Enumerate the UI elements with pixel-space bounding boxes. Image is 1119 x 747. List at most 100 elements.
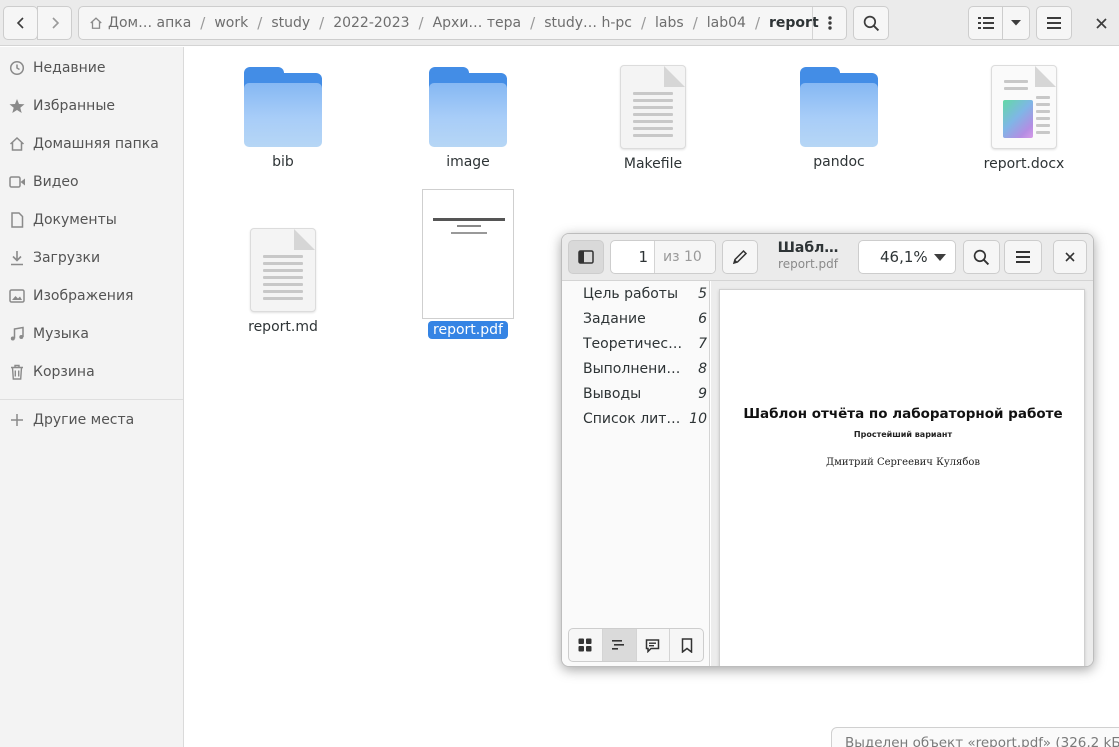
sidebar-item-label: Недавние (33, 60, 106, 76)
breadcrumb-arch[interactable]: Архи… тера (424, 7, 531, 39)
outline-tab[interactable] (602, 629, 637, 661)
document-view[interactable]: Шаблон отчёта по лабораторной работе Про… (711, 281, 1093, 666)
comment-icon (646, 638, 660, 653)
outline-item[interactable]: Теоретичес… 7 (583, 331, 707, 356)
sidebar-mode-switcher (568, 628, 704, 662)
sidebar-item-music[interactable]: Музыка (0, 315, 183, 353)
file-item-makefile[interactable]: Makefile (588, 65, 718, 172)
page-author: Дмитрий Сергеевич Кулябов (825, 457, 981, 468)
view-options-button[interactable] (1002, 6, 1030, 40)
annotations-tab[interactable] (637, 629, 671, 661)
main-menu-button[interactable] (1036, 6, 1072, 40)
outline-item-page: 8 (698, 360, 707, 377)
breadcrumb-work[interactable]: work (205, 7, 257, 39)
bookmarks-tab[interactable] (670, 629, 703, 661)
page-number-field[interactable]: 1 из 10 (610, 240, 716, 274)
sidebar-item-home[interactable]: Домашняя папка (0, 125, 183, 163)
outline-item-label: Теоретичес… (583, 335, 683, 352)
breadcrumb-home[interactable]: Дом… апка (79, 7, 200, 39)
sidebar-item-recent[interactable]: Недавние (0, 49, 183, 87)
chevron-left-icon (16, 17, 24, 29)
list-view-button[interactable] (968, 6, 1003, 40)
file-item-image[interactable]: image (403, 67, 533, 170)
star-icon (8, 97, 26, 115)
file-item-report-docx[interactable]: report.docx (959, 65, 1089, 172)
annotate-button[interactable] (722, 240, 758, 274)
document-file-name: report.pdf (778, 257, 838, 271)
outline-item[interactable]: Задание 6 (583, 306, 707, 331)
page-title: Шаблон отчёта по лабораторной работе (743, 406, 1063, 422)
trash-icon (8, 363, 26, 381)
music-icon (8, 325, 26, 343)
sidebar-item-label: Корзина (33, 364, 95, 380)
breadcrumb-labs[interactable]: labs (646, 7, 693, 39)
pdf-page: Шаблон отчёта по лабораторной работе Про… (719, 289, 1085, 666)
places-sidebar: Недавние Избранные Домашняя папка Видео … (0, 47, 184, 747)
zoom-select[interactable]: 46,1% (858, 240, 956, 274)
file-name: pandoc (813, 154, 865, 170)
total-pages-label: из 10 (655, 241, 715, 273)
file-item-report-md[interactable]: report.md (218, 228, 348, 335)
plus-icon (8, 411, 26, 429)
outline-item-page: 7 (698, 335, 707, 352)
breadcrumb-year[interactable]: 2022-2023 (324, 7, 418, 39)
thumbnails-tab[interactable] (569, 629, 603, 661)
outline-item[interactable]: Цель работы 5 (583, 281, 707, 306)
close-window-button[interactable] (1085, 6, 1117, 40)
sidebar-item-label: Избранные (33, 98, 115, 114)
sidebar-item-starred[interactable]: Избранные (0, 87, 183, 125)
sidebar-item-video[interactable]: Видео (0, 163, 183, 201)
home-icon (8, 135, 26, 153)
toggle-sidebar-button[interactable] (568, 240, 604, 274)
file-name: bib (272, 154, 294, 170)
hamburger-icon (1047, 17, 1061, 29)
outline-item[interactable]: Выполнение… 8 (583, 356, 707, 381)
file-name: image (446, 154, 490, 170)
bookmark-icon (681, 637, 692, 653)
file-item-pandoc[interactable]: pandoc (774, 67, 904, 170)
sidebar-item-downloads[interactable]: Загрузки (0, 239, 183, 277)
viewer-menu-button[interactable] (1004, 240, 1042, 274)
folder-icon (429, 67, 507, 147)
sidebar-item-label: Видео (33, 174, 79, 190)
current-page-input[interactable]: 1 (611, 241, 655, 273)
file-item-bib[interactable]: bib (218, 67, 348, 170)
outline-item-label: Задание (583, 310, 646, 327)
sidebar-item-documents[interactable]: Документы (0, 201, 183, 239)
image-icon (8, 287, 26, 305)
document-title-text: Шабл… (777, 240, 839, 256)
viewer-search-button[interactable] (963, 240, 1000, 274)
document-title: Шабл… report.pdf (762, 240, 854, 271)
vertical-dots-icon (827, 16, 832, 30)
path-menu-button[interactable] (812, 7, 846, 39)
sidebar-item-label: Музыка (33, 326, 89, 342)
sidebar-item-label: Загрузки (33, 250, 101, 266)
viewer-close-button[interactable] (1053, 240, 1087, 274)
page-subtitle: Простейший вариант (853, 430, 953, 439)
sidebar-item-label: Другие места (33, 412, 135, 428)
selection-status: Выделен объект «report.pdf» (326,2 kБ) (831, 727, 1119, 747)
file-item-report-pdf[interactable]: report.pdf (403, 189, 533, 339)
breadcrumb-study[interactable]: study (262, 7, 319, 39)
outline-item-page: 5 (698, 285, 707, 302)
outline-item-label: Выполнение… (583, 360, 683, 377)
outline-item[interactable]: Список лите… 10 (583, 406, 707, 431)
sidebar-divider (0, 399, 183, 400)
outline-item-label: Список лите… (583, 410, 683, 427)
word-document-icon (991, 65, 1057, 149)
clock-icon (8, 59, 26, 77)
sidebar-item-pictures[interactable]: Изображения (0, 277, 183, 315)
zoom-value: 46,1% (880, 248, 928, 266)
hamburger-icon (1016, 251, 1030, 263)
breadcrumb-study-pc[interactable]: study… h-pc (535, 7, 641, 39)
sidebar-item-trash[interactable]: Корзина (0, 353, 183, 391)
breadcrumb-label: Дом… апка (108, 15, 192, 31)
outline-item-label: Выводы (583, 385, 642, 402)
search-button[interactable] (853, 6, 889, 40)
back-button[interactable] (3, 6, 38, 40)
forward-button[interactable] (37, 6, 72, 40)
outline-item[interactable]: Выводы 9 (583, 381, 707, 406)
breadcrumb-lab04[interactable]: lab04 (698, 7, 755, 39)
sidebar-item-other-places[interactable]: Другие места (0, 401, 183, 439)
header-bar: Дом… апка / work / study / 2022-2023 / А… (0, 0, 1119, 46)
